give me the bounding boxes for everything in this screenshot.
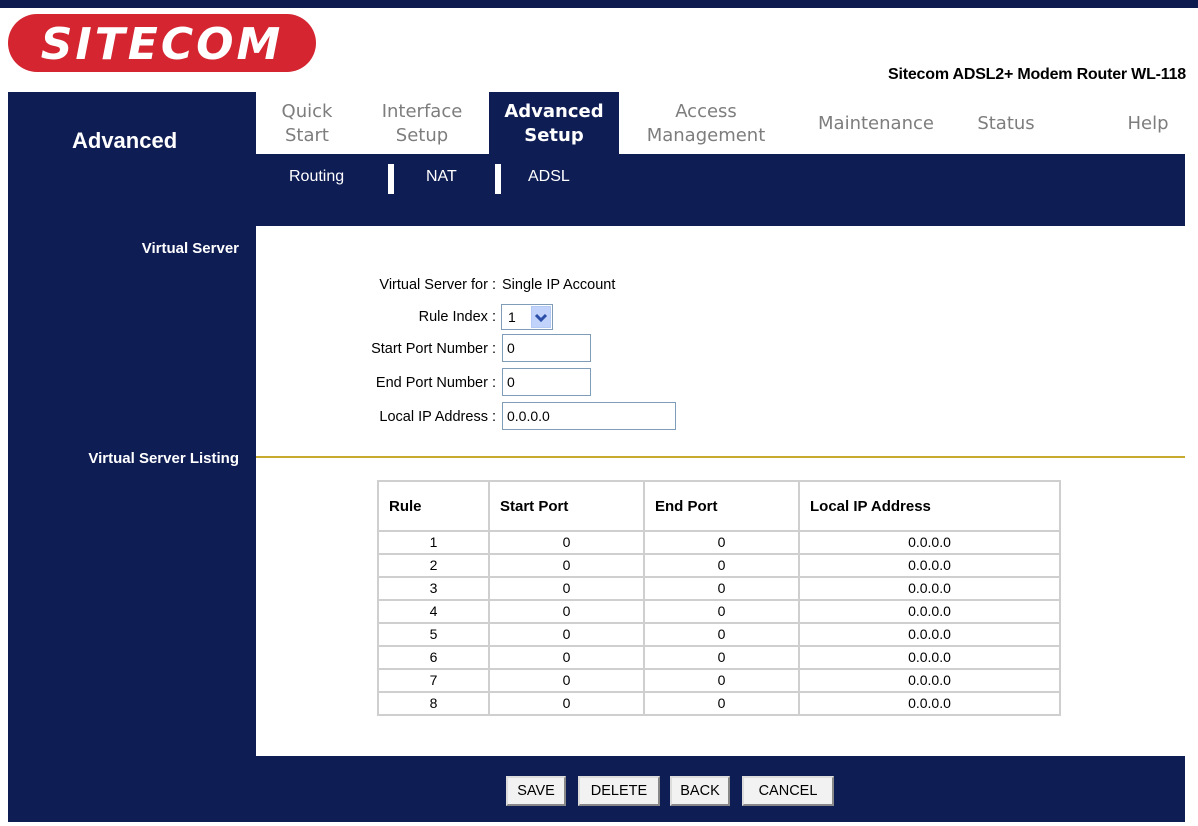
cell-end-port: 0 [643,691,800,716]
cell-rule: 1 [377,530,490,555]
tab-advanced-setup[interactable]: Advanced Setup [489,92,619,154]
cell-start-port: 0 [488,553,645,578]
section-divider [256,456,1185,458]
rule-index-value: 1 [508,309,516,325]
cell-rule: 6 [377,645,490,670]
cell-end-port: 0 [643,622,800,647]
tab-quick-start[interactable]: Quick Start [272,100,342,154]
tab-interface-setup[interactable]: Interface Setup [370,100,474,154]
logo-wordmark: SITECOM [41,19,284,69]
cell-local-ip: 0.0.0.0 [798,599,1061,624]
chevron-down-icon[interactable] [531,306,551,328]
cell-start-port: 0 [488,576,645,601]
table-row: 4 0 0 0.0.0.0 [377,599,1061,624]
start-port-label: Start Port Number : [371,341,496,357]
cell-end-port: 0 [643,530,800,555]
cell-local-ip: 0.0.0.0 [798,668,1061,693]
cell-start-port: 0 [488,645,645,670]
table-row: 2 0 0 0.0.0.0 [377,553,1061,578]
cell-local-ip: 0.0.0.0 [798,645,1061,670]
local-ip-label: Local IP Address : [379,409,496,425]
table-header-row: Rule Start Port End Port Local IP Addres… [377,480,1061,532]
end-port-label: End Port Number : [375,375,496,391]
subtab-adsl[interactable]: ADSL [528,168,570,186]
column-header-end-port: End Port [643,480,800,532]
cell-rule: 2 [377,553,490,578]
tab-maintenance[interactable]: Maintenance [806,112,946,166]
cell-start-port: 0 [488,622,645,647]
cell-local-ip: 0.0.0.0 [798,622,1061,647]
product-name: Sitecom ADSL2+ Modem Router WL-118 [888,66,1186,83]
tab-label: Management [646,125,766,146]
virtual-server-for-value: Single IP Account [502,277,616,293]
tab-label: Interface [381,101,463,122]
table-row: 3 0 0 0.0.0.0 [377,576,1061,601]
subtab-separator [388,164,394,194]
tab-label: Setup [395,125,449,146]
cell-start-port: 0 [488,691,645,716]
table-row: 6 0 0 0.0.0.0 [377,645,1061,670]
tab-label: Quick [281,101,333,122]
back-button[interactable]: BACK [670,776,730,806]
virtual-server-for-label: Virtual Server for : [379,277,496,293]
cell-local-ip: 0.0.0.0 [798,553,1061,578]
table-row: 8 0 0 0.0.0.0 [377,691,1061,716]
cell-rule: 7 [377,668,490,693]
virtual-server-listing-heading: Virtual Server Listing [88,450,239,467]
cell-end-port: 0 [643,668,800,693]
svg-text:SITECOM: SITECOM [41,19,284,69]
cell-local-ip: 0.0.0.0 [798,530,1061,555]
tab-access-management[interactable]: Access Management [636,100,776,154]
subtab-separator [495,164,501,194]
virtual-server-heading: Virtual Server [141,240,239,257]
cell-rule: 8 [377,691,490,716]
cell-end-port: 0 [643,553,800,578]
cell-local-ip: 0.0.0.0 [798,576,1061,601]
section-title: Advanced [72,128,178,153]
cell-end-port: 0 [643,645,800,670]
tab-label: Help [1127,113,1169,134]
tab-label: Access [675,101,737,122]
tab-label: Maintenance [818,113,934,134]
cell-local-ip: 0.0.0.0 [798,691,1061,716]
cell-end-port: 0 [643,576,800,601]
tab-label: Advanced [504,101,604,122]
subtab-nat[interactable]: NAT [426,168,457,186]
column-header-rule: Rule [377,480,490,532]
tab-label: Start [285,125,329,146]
table-row: 1 0 0 0.0.0.0 [377,530,1061,555]
column-header-local-ip: Local IP Address [798,480,1061,532]
cell-start-port: 0 [488,599,645,624]
local-ip-input[interactable] [502,402,676,430]
table-row: 7 0 0 0.0.0.0 [377,668,1061,693]
tab-label: Status [977,113,1035,134]
rule-index-label: Rule Index : [418,309,496,325]
left-sidebar [8,226,256,756]
tab-help[interactable]: Help [1116,112,1180,166]
column-header-start-port: Start Port [488,480,645,532]
cell-start-port: 0 [488,530,645,555]
cell-rule: 3 [377,576,490,601]
cell-rule: 5 [377,622,490,647]
cell-start-port: 0 [488,668,645,693]
table-row: 5 0 0 0.0.0.0 [377,622,1061,647]
subtab-routing[interactable]: Routing [289,168,344,186]
rule-index-select[interactable]: 1 [501,304,553,330]
sitecom-logo: SITECOM [8,14,316,72]
cancel-button[interactable]: CANCEL [742,776,834,806]
cell-rule: 4 [377,599,490,624]
virtual-server-table: Rule Start Port End Port Local IP Addres… [377,480,1061,716]
start-port-input[interactable] [502,334,591,362]
tab-label: Setup [524,125,584,146]
end-port-input[interactable] [502,368,591,396]
save-button[interactable]: SAVE [506,776,566,806]
delete-button[interactable]: DELETE [578,776,660,806]
top-bar [0,0,1198,8]
tab-status[interactable]: Status [968,112,1044,166]
chevron-down-glyph [534,313,548,323]
cell-end-port: 0 [643,599,800,624]
